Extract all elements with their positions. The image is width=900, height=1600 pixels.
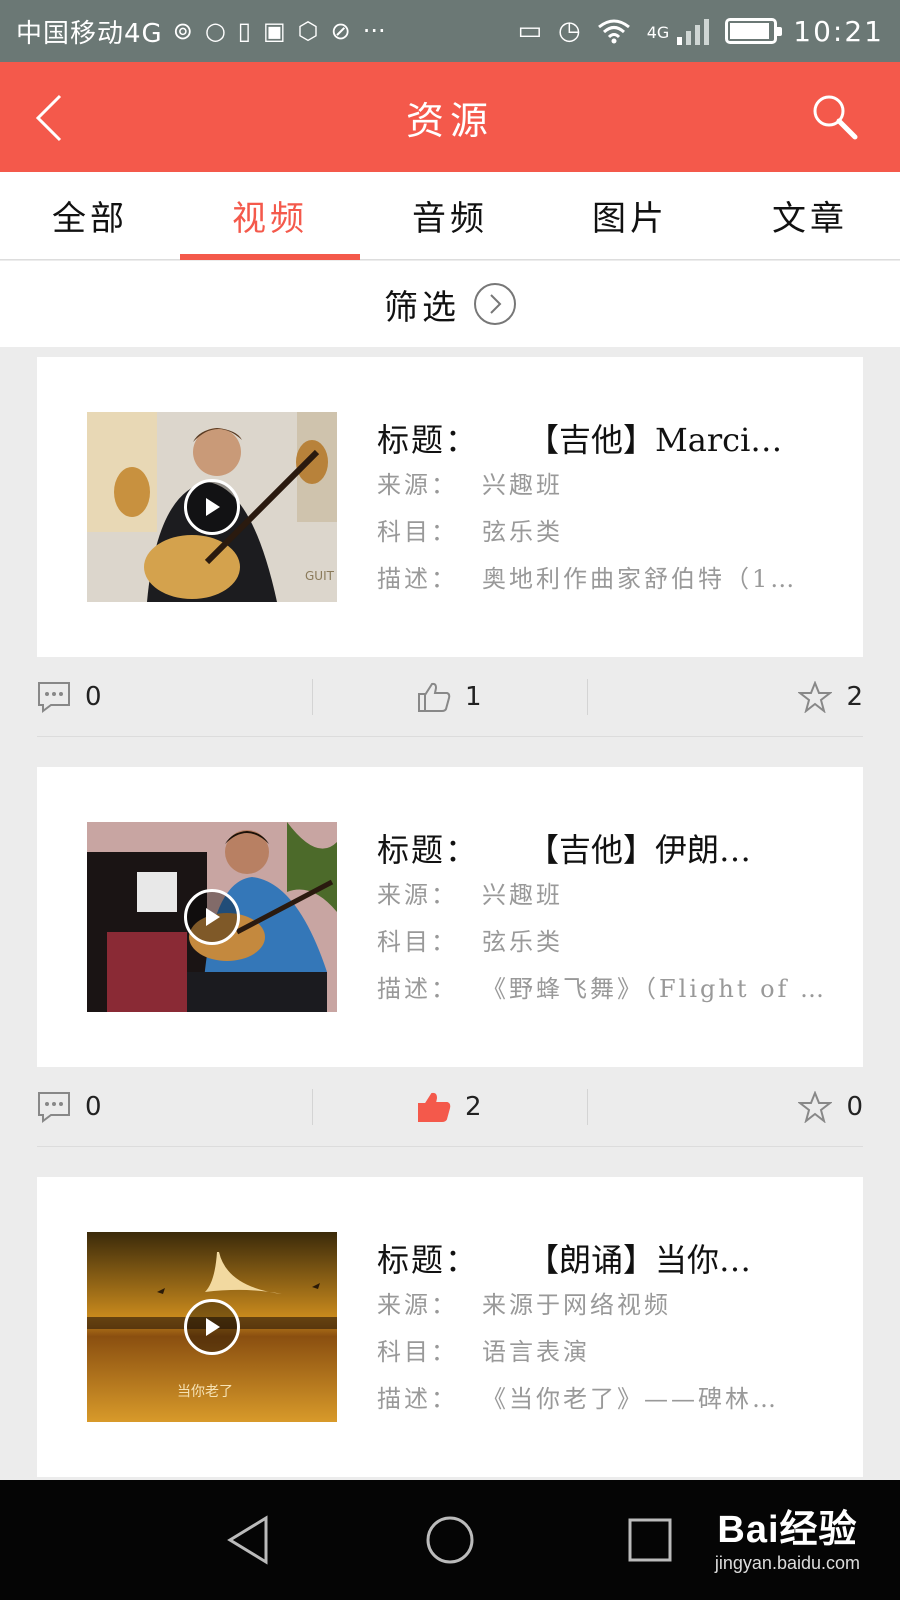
comment-button[interactable]: 0 (37, 681, 102, 713)
item-description: 《野蜂飞舞》（Flight of … (482, 975, 828, 1003)
tab-image[interactable]: 图片 (540, 172, 720, 259)
more-icon: ··· (362, 17, 386, 45)
star-icon (798, 680, 833, 713)
status-time: 10:21 (793, 14, 884, 48)
vibrate-icon: ▭ (517, 16, 543, 46)
comment-icon (38, 681, 70, 713)
favorite-count: 0 (846, 1091, 863, 1122)
network-type-badge: 4G (646, 22, 670, 42)
thumbnail-caption: 当你老了 (177, 1384, 233, 1400)
resource-list: GUIT 标题： 【吉他】Marci… 来源： 兴趣班 科目： 弦乐类 描述： 奥地利作… (0, 347, 900, 1480)
divider (587, 679, 588, 715)
watermark-url: jingyan.baidu.com (714, 1553, 860, 1573)
divider (312, 679, 313, 715)
back-nav-icon[interactable] (220, 1510, 280, 1570)
description-label: 描述： (377, 975, 458, 1003)
app-header: 资源 (0, 62, 900, 172)
alarm-icon: ◷ (558, 16, 581, 46)
item-actions: 0 1 2 (37, 657, 863, 737)
like-button[interactable]: 1 (417, 681, 482, 713)
description-label: 描述： (377, 1385, 458, 1413)
item-subject: 弦乐类 (482, 928, 563, 956)
chevron-right-icon (474, 283, 516, 325)
item-title: 【朗诵】当你… (527, 1241, 752, 1279)
watermark-brand: Bai经验 (717, 1509, 858, 1551)
filter-label: 筛选 (384, 287, 460, 328)
thumbs-up-filled-icon (418, 1092, 451, 1122)
search-icon[interactable] (810, 92, 860, 142)
status-bar: 中国移动4G ⊚ ○ ▯ ▣ ⬡ ⊘ ··· ▭ ◷ 4G 10:21 (0, 0, 900, 62)
hotspot-icon: ⊚ (172, 17, 193, 45)
source-label: 来源： (377, 881, 458, 909)
message-icon: ○ (204, 17, 226, 45)
description-label: 描述： (377, 565, 458, 593)
tab-audio[interactable]: 音频 (360, 172, 540, 259)
thumbs-up-icon (418, 682, 451, 712)
favorite-button[interactable]: 0 (798, 1090, 863, 1123)
system-nav-bar: Bai经验 jingyan.baidu.com (0, 1480, 900, 1600)
play-icon[interactable] (184, 1299, 240, 1355)
favorite-button[interactable]: 2 (798, 680, 863, 713)
comment-count: 0 (85, 1091, 102, 1122)
item-actions: 0 2 0 (37, 1067, 863, 1147)
svg-text:GUIT: GUIT (305, 569, 335, 583)
subject-label: 科目： (377, 928, 458, 956)
source-label: 来源： (377, 1291, 458, 1319)
item-source: 兴趣班 (482, 881, 563, 909)
recents-nav-icon[interactable] (620, 1510, 680, 1570)
video-thumbnail[interactable]: 当你老了 (87, 1232, 337, 1422)
page-title: 资源 (405, 98, 494, 143)
item-description: 《当你老了》——碑林… (482, 1385, 779, 1413)
resource-card[interactable]: GUIT 标题： 【吉他】Marci… 来源： 兴趣班 科目： 弦乐类 描述： 奥地利作… (37, 357, 863, 657)
comment-icon (38, 1091, 70, 1123)
favorite-count: 2 (846, 681, 863, 712)
tab-all[interactable]: 全部 (0, 172, 180, 259)
signal-icon (677, 19, 710, 45)
title-label: 标题： (377, 421, 480, 459)
like-count: 2 (465, 1091, 482, 1122)
wifi-icon (597, 19, 630, 44)
item-title: 【吉他】伊朗… (527, 831, 752, 869)
carrier-label: 中国移动4G (16, 18, 163, 49)
source-label: 来源： (377, 471, 458, 499)
filter-button[interactable]: 筛选 (0, 261, 900, 347)
item-source: 来源于网络视频 (482, 1291, 671, 1319)
like-count: 1 (465, 681, 482, 712)
divider (312, 1089, 313, 1125)
notification-icons: ⊚ ○ ▯ ▣ ⬡ ⊘ ··· (173, 17, 386, 45)
category-tabs: 全部 视频 音频 图片 文章 (0, 172, 900, 260)
comment-count: 0 (85, 681, 102, 712)
chevron-left-icon[interactable] (28, 92, 74, 144)
home-nav-icon[interactable] (420, 1510, 480, 1570)
item-description: 奥地利作曲家舒伯特（1… (482, 565, 798, 593)
shield-icon: ⬡ (297, 17, 319, 45)
comment-button[interactable]: 0 (37, 1091, 102, 1123)
play-icon[interactable] (184, 479, 240, 535)
battery-icon (725, 18, 783, 44)
video-thumbnail[interactable]: GUIT (87, 412, 337, 602)
no-disturb-icon: ⊘ (330, 17, 351, 45)
resource-card[interactable]: 当你老了 标题： 【朗诵】当你… 来源： 来源于网络视频 科目： 语言表演 描述： 《当… (37, 1177, 863, 1477)
watermark: Bai经验 jingyan.baidu.com (715, 1498, 860, 1574)
item-title: 【吉他】Marci… (527, 421, 783, 459)
like-button[interactable]: 2 (417, 1091, 482, 1123)
title-label: 标题： (377, 1241, 480, 1279)
item-source: 兴趣班 (482, 471, 563, 499)
item-subject: 弦乐类 (482, 518, 563, 546)
tab-article[interactable]: 文章 (720, 172, 900, 259)
image-icon: ▣ (262, 17, 286, 45)
battery-warning-icon: ▯ (237, 17, 251, 45)
star-icon (798, 1090, 833, 1123)
video-thumbnail[interactable] (87, 822, 337, 1012)
subject-label: 科目： (377, 518, 458, 546)
tab-video[interactable]: 视频 (180, 172, 360, 260)
subject-label: 科目： (377, 1338, 458, 1366)
resource-card[interactable]: 标题： 【吉他】伊朗… 来源： 兴趣班 科目： 弦乐类 描述： 《野蜂飞舞》（Fligh… (37, 767, 863, 1067)
item-subject: 语言表演 (482, 1338, 590, 1366)
title-label: 标题： (377, 831, 480, 869)
play-icon[interactable] (184, 889, 240, 945)
divider (587, 1089, 588, 1125)
